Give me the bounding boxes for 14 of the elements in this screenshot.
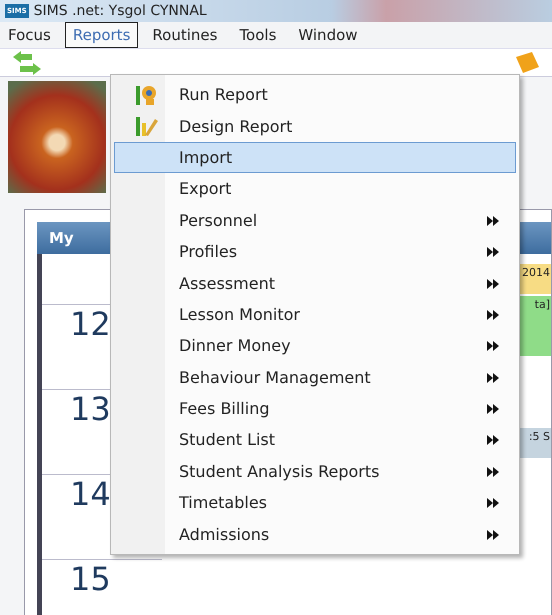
menu-option[interactable]: Export bbox=[114, 173, 516, 205]
menu-item[interactable]: Reports bbox=[64, 22, 138, 48]
hour-label: 15 bbox=[42, 559, 162, 615]
menu-option[interactable]: Import bbox=[114, 142, 516, 174]
report-gear-icon bbox=[135, 84, 159, 106]
window-title: SIMS .net: Ysgol CYNNAL bbox=[34, 3, 207, 19]
back-forward-arrows-icon[interactable] bbox=[12, 50, 42, 76]
menu-option[interactable]: Run Report bbox=[114, 79, 516, 110]
report-pencil-icon bbox=[135, 115, 159, 138]
menu-item[interactable]: Window bbox=[290, 22, 366, 48]
menu-item[interactable]: Tools bbox=[231, 22, 284, 48]
menu-item[interactable]: Routines bbox=[144, 22, 226, 48]
menu-item[interactable]: Focus bbox=[0, 22, 59, 48]
menu-option[interactable]: Design Report bbox=[114, 110, 516, 142]
